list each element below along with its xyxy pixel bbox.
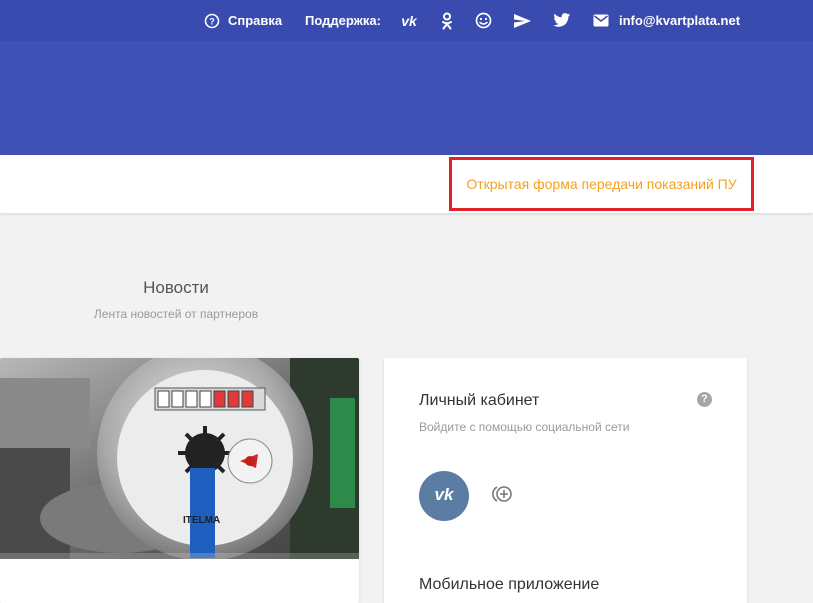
mobile-app-title: Мобильное приложение [419,576,600,593]
vk-link[interactable]: vk [398,0,420,41]
help-icon[interactable]: ? [697,392,712,407]
add-social-button[interactable] [490,485,514,507]
email-icon [593,14,609,27]
email-address: info@kvartplata.net [619,13,741,28]
login-subtitle: Войдите с помощью социальной сети [419,420,630,434]
login-title: Личный кабинет [419,392,540,409]
telegram-link[interactable] [513,0,532,41]
help-circle-icon: ? [204,13,220,29]
smiley-link[interactable] [475,0,492,41]
news-card[interactable]: ITELMA [0,358,359,603]
vk-icon: vk [398,14,420,28]
news-title: Новости [143,278,209,297]
email-link[interactable]: info@kvartplata.net [593,0,740,41]
header-banner [0,41,813,155]
odnoklassniki-link[interactable] [441,0,453,41]
help-link[interactable]: ? Справка [204,0,282,41]
support-text: Поддержка: [305,13,381,28]
telegram-icon [513,13,532,29]
help-label: Справка [228,13,283,28]
news-subtitle: Лента новостей от партнеров [93,307,259,321]
twitter-link[interactable] [553,0,571,41]
smiley-icon [475,12,492,29]
support-label: Поддержка: [305,0,381,41]
vk-login-button[interactable]: vk [419,471,469,521]
meter-brand-label: ITELMA [183,515,220,526]
open-form-link[interactable]: Открытая форма передачи показаний ПУ [466,176,736,192]
water-meter-photo: ITELMA [0,358,359,559]
odnoklassniki-icon [441,12,453,30]
svg-text:vk: vk [401,14,418,28]
login-card: Личный кабинет ? Войдите с помощью социа… [384,358,747,603]
top-bar: ? Справка Поддержка: vk info@kvartplata.… [0,0,813,41]
svg-text:?: ? [209,16,215,26]
vk-icon: vk [431,485,457,507]
add-social-icon [490,484,514,509]
open-form-highlight: Открытая форма передачи показаний ПУ [449,157,754,211]
svg-text:vk: vk [435,486,455,502]
twitter-icon [553,13,571,28]
